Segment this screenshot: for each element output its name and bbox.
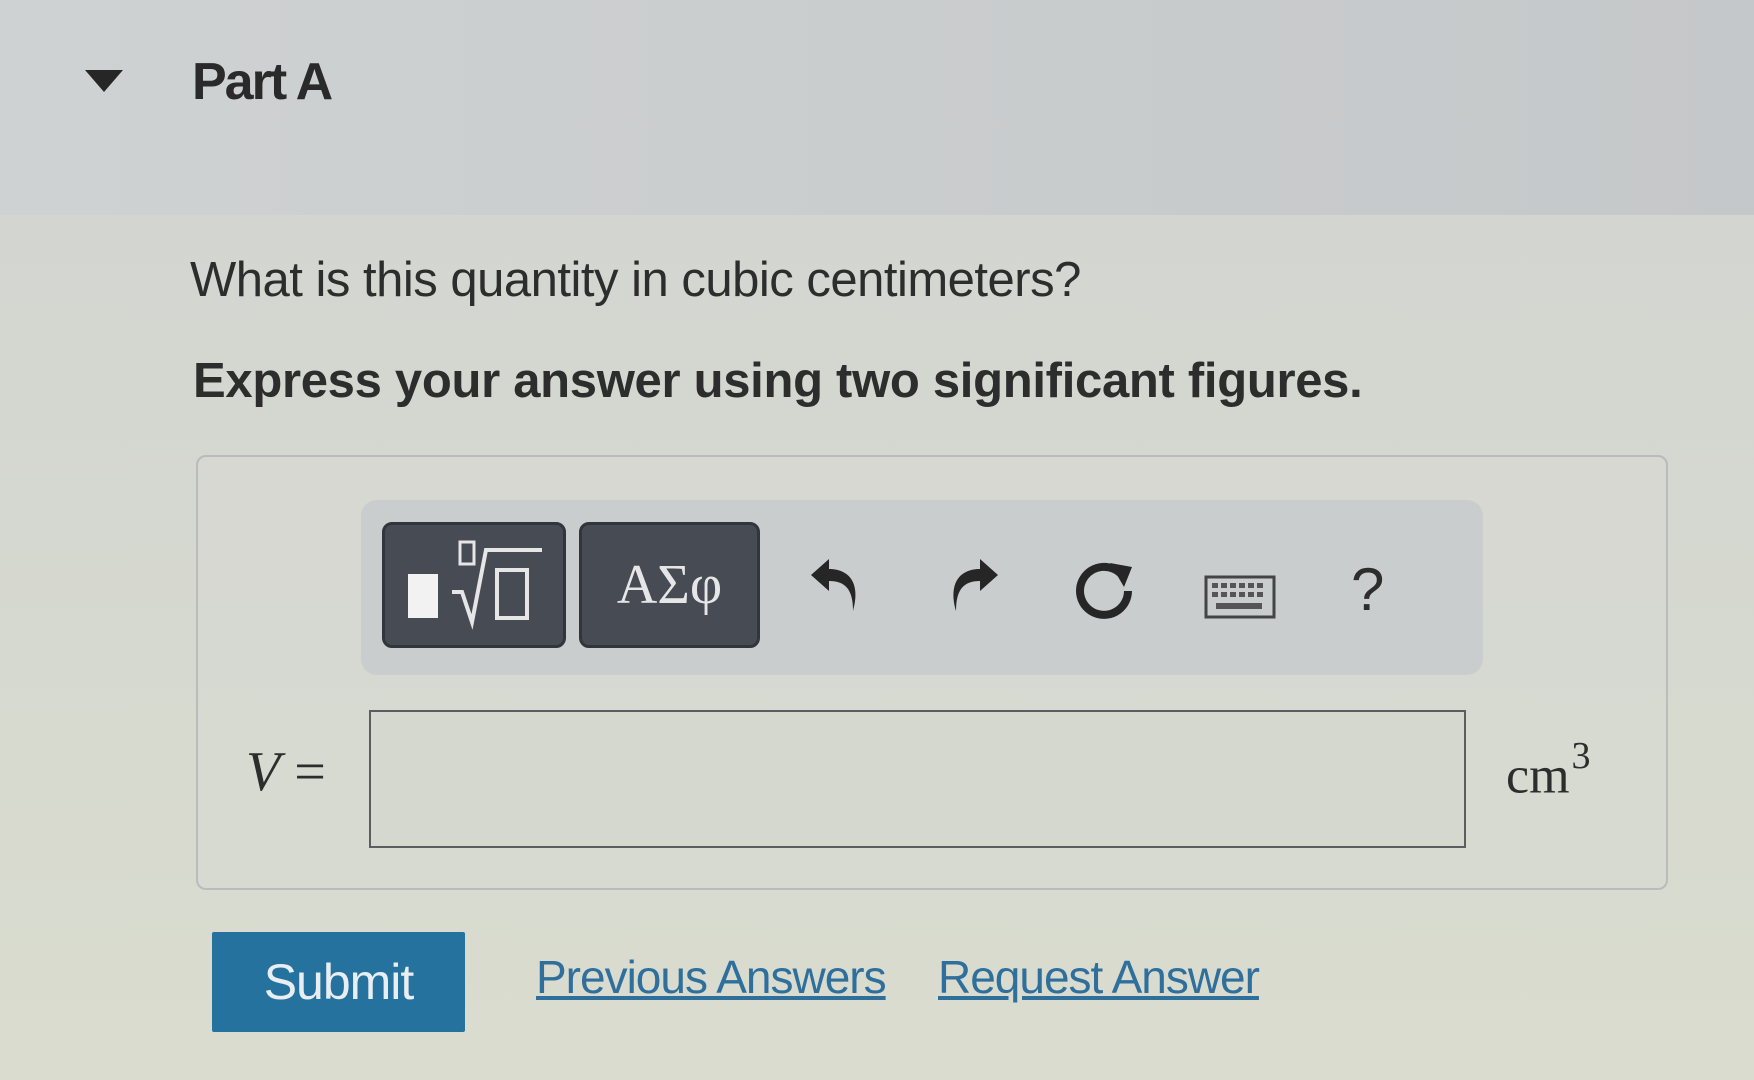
caret-down-icon[interactable] (84, 70, 124, 100)
variable-label: V = (246, 740, 326, 804)
redo-icon[interactable] (942, 557, 1002, 617)
units-label: cm3 (1506, 735, 1591, 805)
reset-icon[interactable] (1072, 557, 1138, 623)
question-prompt: What is this quantity in cubic centimete… (190, 253, 1081, 307)
unit-exponent: 3 (1571, 735, 1591, 777)
equals-sign: = (280, 741, 326, 803)
keyboard-icon[interactable] (1204, 575, 1276, 619)
previous-answers-link[interactable]: Previous Answers (536, 950, 887, 1004)
help-button[interactable]: ? (1351, 555, 1384, 624)
math-toolbar: ΑΣφ ? (361, 500, 1483, 675)
templates-button[interactable] (382, 522, 566, 648)
submit-button[interactable]: Submit (212, 932, 465, 1032)
undo-icon[interactable] (807, 557, 867, 617)
answer-input[interactable] (369, 710, 1466, 848)
answer-instruction: Express your answer using two significan… (193, 354, 1363, 408)
greek-symbols-button[interactable]: ΑΣφ (579, 522, 760, 648)
variable-symbol: V (246, 741, 281, 803)
request-answer-link[interactable]: Request Answer (938, 950, 1260, 1004)
greek-symbols-label: ΑΣφ (616, 554, 723, 616)
unit-base: cm (1506, 747, 1570, 805)
part-title: Part A (192, 53, 333, 111)
templates-sqrt-icon (408, 540, 542, 630)
